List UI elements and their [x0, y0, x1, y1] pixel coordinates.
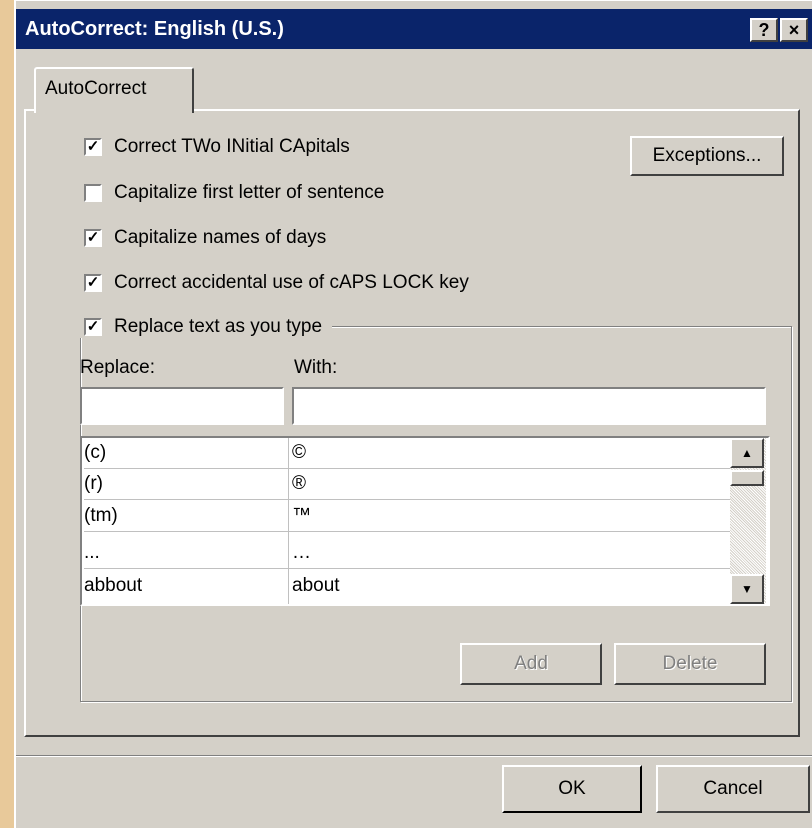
check-mark-icon: ✓ — [86, 229, 100, 246]
arrow-down-icon: ▼ — [741, 582, 753, 596]
cancel-button[interactable]: Cancel — [656, 765, 810, 813]
list-item[interactable]: (tm) ™ — [84, 501, 736, 532]
list-item-with: ® — [292, 473, 306, 494]
list-item-with: © — [292, 442, 306, 463]
checkbox-label: Replace text as you type — [114, 316, 323, 337]
checkbox-box[interactable]: ✓ — [84, 229, 102, 247]
ok-button-label: OK — [558, 778, 586, 799]
checkbox-label: Capitalize first letter of sentence — [114, 182, 385, 203]
list-item-with: ™ — [292, 505, 311, 526]
list-item[interactable]: (c) © — [84, 438, 736, 469]
checkbox-box[interactable]: ✓ — [84, 274, 102, 292]
checkbox-box[interactable] — [84, 184, 102, 202]
tab-autocorrect-label: AutoCorrect — [45, 78, 147, 99]
bottom-separator — [16, 755, 812, 757]
list-item-replace: abbout — [84, 575, 143, 596]
list-item-replace: ... — [84, 542, 100, 563]
check-mark-icon: ✓ — [86, 318, 100, 335]
checkbox-label: Correct accidental use of cAPS LOCK key — [114, 272, 469, 293]
correct-caps-lock-checkbox[interactable]: ✓ Correct accidental use of cAPS LOCK ke… — [84, 272, 469, 294]
replace-text-checkbox[interactable]: ✓ Replace text as you type — [80, 316, 333, 338]
list-item[interactable]: ... … — [84, 538, 736, 569]
window-title: AutoCorrect: English (U.S.) — [25, 18, 284, 40]
delete-button[interactable]: Delete — [614, 643, 766, 685]
with-label: With: — [294, 357, 338, 378]
list-scrollbar[interactable]: ▲ ▼ — [730, 438, 766, 604]
correct-two-initial-capitals-checkbox[interactable]: ✓ Correct TWo INitial CApitals — [84, 136, 350, 158]
delete-button-label: Delete — [662, 653, 718, 674]
list-item-replace: (c) — [84, 442, 107, 463]
close-button[interactable]: × — [780, 18, 808, 42]
autocorrect-dialog: AutoCorrect: English (U.S.) ? × AutoCorr… — [14, 0, 812, 828]
check-mark-icon: ✓ — [86, 138, 100, 155]
list-item[interactable]: abbout about — [84, 571, 736, 602]
title-bar[interactable]: AutoCorrect: English (U.S.) ? × — [16, 9, 812, 49]
help-button[interactable]: ? — [750, 18, 778, 42]
checkbox-box[interactable]: ✓ — [84, 138, 102, 156]
ok-button[interactable]: OK — [502, 765, 642, 813]
list-item-replace: (r) — [84, 473, 103, 494]
scroll-thumb[interactable] — [730, 470, 764, 486]
list-item[interactable]: (r) ® — [84, 469, 736, 500]
checkbox-box[interactable]: ✓ — [84, 318, 102, 336]
with-input[interactable] — [292, 387, 766, 425]
tab-autocorrect[interactable]: AutoCorrect — [34, 67, 194, 113]
list-item-with: … — [292, 542, 311, 563]
capitalize-names-of-days-checkbox[interactable]: ✓ Capitalize names of days — [84, 227, 326, 249]
column-divider — [288, 438, 289, 604]
capitalize-first-letter-checkbox[interactable]: Capitalize first letter of sentence — [84, 182, 384, 204]
checkbox-label: Correct TWo INitial CApitals — [114, 136, 350, 157]
add-button[interactable]: Add — [460, 643, 602, 685]
add-button-label: Add — [514, 653, 548, 674]
list-item-replace: (tm) — [84, 505, 118, 526]
cancel-button-label: Cancel — [703, 778, 763, 799]
replace-input[interactable] — [80, 387, 284, 425]
exceptions-button-label: Exceptions... — [652, 145, 762, 166]
list-item-with: about — [292, 575, 340, 596]
arrow-up-icon: ▲ — [741, 446, 753, 460]
check-mark-icon: ✓ — [86, 274, 100, 291]
scroll-down-button[interactable]: ▼ — [730, 574, 764, 604]
replace-label: Replace: — [80, 357, 155, 378]
checkbox-label: Capitalize names of days — [114, 227, 327, 248]
exceptions-button[interactable]: Exceptions... — [630, 136, 784, 176]
scroll-up-button[interactable]: ▲ — [730, 438, 764, 468]
